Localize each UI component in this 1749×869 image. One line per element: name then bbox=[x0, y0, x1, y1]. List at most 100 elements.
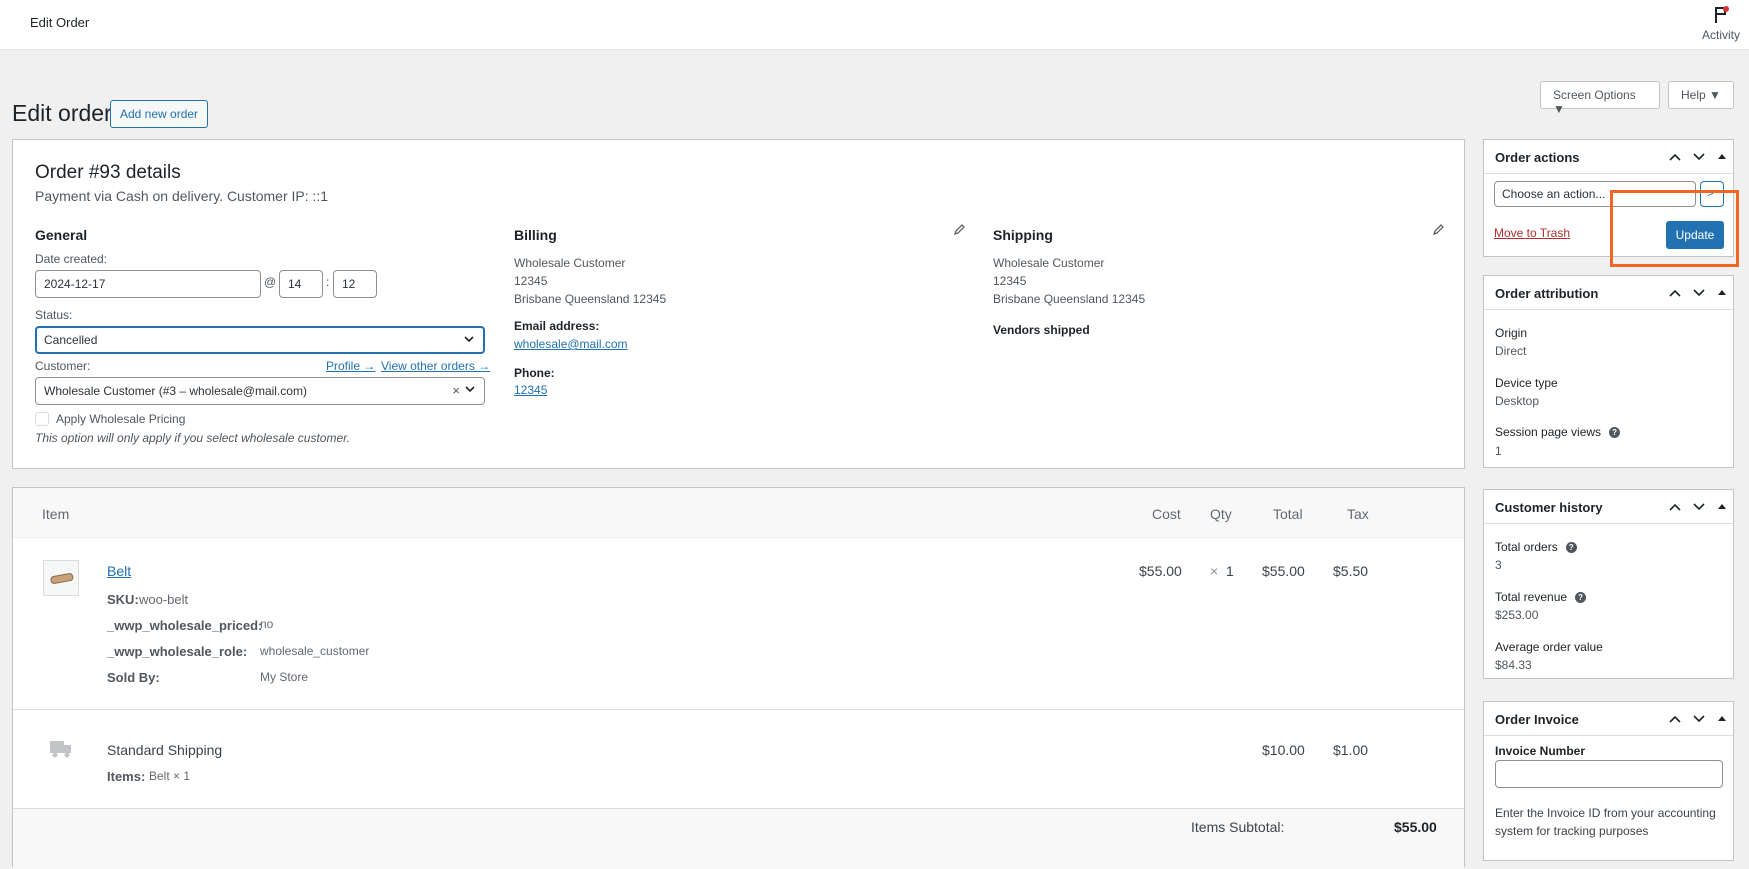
view-other-orders-link[interactable]: View other orders → bbox=[381, 359, 490, 373]
collapse-toggle-icon[interactable] bbox=[1717, 288, 1727, 298]
origin-value: Direct bbox=[1495, 344, 1527, 358]
move-up-icon[interactable] bbox=[1669, 288, 1681, 298]
items-divider bbox=[13, 709, 1464, 710]
status-select[interactable]: Cancelled bbox=[35, 326, 485, 354]
total-revenue-text: Total revenue bbox=[1495, 590, 1568, 604]
invoice-help-text-1: Enter the Invoice ID from your accountin… bbox=[1495, 806, 1716, 820]
edit-shipping-pencil-icon[interactable] bbox=[1432, 224, 1444, 236]
apply-wholesale-label: Apply Wholesale Pricing bbox=[56, 412, 186, 426]
move-down-icon[interactable] bbox=[1693, 714, 1705, 724]
shipping-total: $10.00 bbox=[1262, 742, 1305, 758]
highlight-box bbox=[1610, 190, 1739, 267]
chevron-down-icon bbox=[464, 336, 474, 343]
shipping-method-name: Standard Shipping bbox=[107, 742, 223, 758]
help-icon[interactable]: ? bbox=[1575, 592, 1587, 604]
meta-sold-by-key: Sold By: bbox=[107, 670, 160, 685]
shipping-line-1: Wholesale Customer bbox=[993, 256, 1105, 270]
move-up-icon[interactable] bbox=[1669, 152, 1681, 162]
notification-dot bbox=[1723, 6, 1729, 12]
screen-options-button[interactable]: Screen Options ▼ bbox=[1540, 81, 1660, 116]
billing-address: Wholesale Customer 12345 Brisbane Queens… bbox=[514, 254, 666, 308]
date-created-input[interactable]: 2024-12-17 bbox=[35, 270, 261, 298]
at-separator: @ bbox=[264, 275, 277, 289]
shipping-tax: $1.00 bbox=[1333, 742, 1369, 758]
sku-label: SKU: bbox=[107, 592, 139, 607]
order-items-panel: Item Cost Qty Total Tax Belt SKU: woo-be… bbox=[12, 487, 1465, 869]
help-icon[interactable]: ? bbox=[1565, 542, 1577, 554]
move-up-icon[interactable] bbox=[1669, 502, 1681, 512]
order-invoice-header: Order Invoice bbox=[1484, 702, 1733, 736]
item-total: $55.00 bbox=[1262, 563, 1305, 579]
qty-multiplier: × bbox=[1210, 563, 1219, 579]
item-cost: $55.00 bbox=[1139, 563, 1182, 579]
move-to-trash-link[interactable]: Move to Trash bbox=[1494, 226, 1570, 240]
customer-history-box: Customer history Total orders? 3 Total r… bbox=[1483, 489, 1734, 679]
hour-input[interactable]: 14 bbox=[279, 270, 323, 298]
shipping-heading: Shipping bbox=[993, 227, 1053, 243]
wholesale-note: This option will only apply if you selec… bbox=[35, 431, 351, 445]
item-name-link[interactable]: Belt bbox=[107, 563, 131, 579]
item-tax: $5.50 bbox=[1333, 563, 1369, 579]
total-revenue-value: $253.00 bbox=[1495, 608, 1539, 622]
session-views-text: Session page views bbox=[1495, 425, 1602, 439]
top-bar: Edit Order Activity bbox=[0, 0, 1749, 50]
minute-input[interactable]: 12 bbox=[333, 270, 377, 298]
order-attribution-box: Order attribution Origin Direct Device t… bbox=[1483, 275, 1734, 468]
help-button[interactable]: Help ▼ bbox=[1668, 81, 1734, 109]
meta-sold-by-value: My Store bbox=[260, 670, 309, 684]
session-views-label: Session page views? bbox=[1495, 425, 1621, 439]
general-heading: General bbox=[35, 227, 88, 243]
item-qty: 1 bbox=[1226, 563, 1234, 579]
total-revenue-label: Total revenue? bbox=[1495, 590, 1587, 604]
customer-history-title: Customer history bbox=[1495, 500, 1603, 515]
items-header: Item Cost Qty Total Tax bbox=[13, 488, 1464, 538]
tax-column-header: Tax bbox=[1347, 506, 1369, 522]
total-orders-text: Total orders bbox=[1495, 540, 1558, 554]
shipping-line-3: Brisbane Queensland 12345 bbox=[993, 292, 1146, 306]
activity-button[interactable]: Activity bbox=[1701, 4, 1741, 42]
sku-value: woo-belt bbox=[139, 592, 189, 607]
origin-label: Origin bbox=[1495, 326, 1528, 340]
collapse-toggle-icon[interactable] bbox=[1717, 502, 1727, 512]
clear-customer-icon[interactable]: × bbox=[452, 383, 460, 398]
total-orders-value: 3 bbox=[1495, 558, 1502, 572]
apply-wholesale-checkbox[interactable] bbox=[35, 412, 49, 426]
customer-value: Wholesale Customer (#3 – wholesale@mail.… bbox=[44, 384, 307, 398]
billing-email-link[interactable]: wholesale@mail.com bbox=[514, 337, 628, 351]
flag-icon bbox=[1711, 4, 1731, 26]
activity-label: Activity bbox=[1701, 28, 1740, 42]
order-subtitle: Payment via Cash on delivery. Customer I… bbox=[35, 188, 329, 204]
move-down-icon[interactable] bbox=[1693, 152, 1705, 162]
help-icon[interactable]: ? bbox=[1609, 427, 1621, 439]
order-attribution-title: Order attribution bbox=[1495, 286, 1599, 301]
device-type-value: Desktop bbox=[1495, 394, 1540, 408]
items-subtotal-value: $55.00 bbox=[1394, 819, 1437, 835]
meta-wholesale-role-key: _wwp_wholesale_role: bbox=[107, 644, 248, 659]
status-label: Status: bbox=[35, 308, 73, 322]
move-up-icon[interactable] bbox=[1669, 714, 1681, 724]
customer-select[interactable]: Wholesale Customer (#3 – wholesale@mail.… bbox=[35, 377, 485, 405]
move-down-icon[interactable] bbox=[1693, 502, 1705, 512]
edit-billing-pencil-icon[interactable] bbox=[953, 224, 965, 236]
collapse-toggle-icon[interactable] bbox=[1717, 714, 1727, 724]
customer-history-header: Customer history bbox=[1484, 490, 1733, 524]
collapse-toggle-icon[interactable] bbox=[1717, 152, 1727, 162]
items-subtotal-label: Items Subtotal: bbox=[1191, 819, 1285, 835]
add-new-order-button[interactable]: Add new order bbox=[110, 100, 209, 128]
session-views-value: 1 bbox=[1495, 444, 1502, 458]
cost-column-header: Cost bbox=[1152, 506, 1181, 522]
order-actions-header: Order actions bbox=[1484, 140, 1733, 174]
phone-label: Phone: bbox=[514, 366, 555, 380]
meta-wholesale-role-value: wholesale_customer bbox=[260, 644, 370, 658]
total-column-header: Total bbox=[1273, 506, 1303, 522]
item-column-header: Item bbox=[42, 506, 70, 522]
move-down-icon[interactable] bbox=[1693, 288, 1705, 298]
profile-link[interactable]: Profile → bbox=[326, 359, 375, 373]
truck-icon bbox=[50, 741, 71, 758]
billing-phone-link[interactable]: 12345 bbox=[514, 383, 547, 397]
invoice-number-label: Invoice Number bbox=[1495, 744, 1586, 758]
invoice-number-input[interactable] bbox=[1495, 760, 1723, 788]
meta-wholesale-priced-key: _wwp_wholesale_priced: bbox=[107, 618, 263, 633]
order-attribution-header: Order attribution bbox=[1484, 276, 1733, 310]
chevron-down-icon bbox=[465, 386, 475, 393]
